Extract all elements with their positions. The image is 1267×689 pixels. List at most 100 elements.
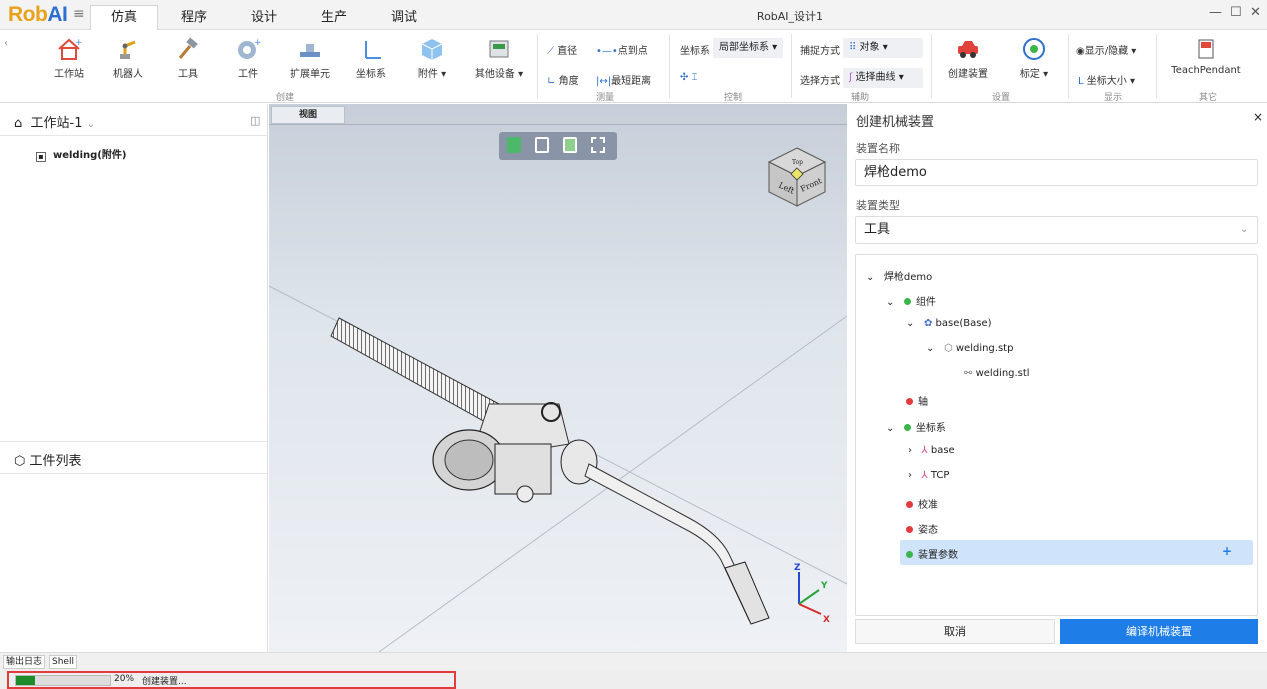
axes-icon xyxy=(365,41,381,59)
group-display-label: 显示 xyxy=(1103,93,1122,103)
status-highlight: 20% 创建装置... xyxy=(7,671,456,689)
status-ok-icon xyxy=(903,424,911,431)
panel-toggle-icon[interactable]: ◫ xyxy=(250,114,260,127)
chevron-down-icon: ⌄ xyxy=(926,343,935,354)
svg-text:+: + xyxy=(75,38,83,48)
progress-bar xyxy=(15,675,111,686)
expand-icon[interactable]: ▪ xyxy=(36,152,46,162)
tab-program[interactable]: 程序 xyxy=(166,6,222,30)
tool-button[interactable]: 工具 xyxy=(163,36,213,80)
station-selector[interactable]: ⌂ 工作站-1 ⌄ xyxy=(14,112,95,131)
separator xyxy=(791,34,792,98)
tree-params: 装置参数 xyxy=(906,546,958,561)
tree-components[interactable]: ⌄ 组件 xyxy=(886,293,936,308)
menu-icon[interactable]: ≡ xyxy=(73,6,85,22)
status-error-icon xyxy=(906,526,913,533)
tab-shell[interactable]: Shell xyxy=(49,655,77,669)
robot-button[interactable]: 机器人 xyxy=(103,36,153,80)
show-hide-button[interactable]: ◉显示/隐藏 ▾ xyxy=(1076,42,1136,57)
angle-icon: ∟ xyxy=(547,76,556,87)
parts-list-header: ⬡ 工件列表 xyxy=(14,454,82,469)
tree-coord-tcp[interactable]: › ⅄ TCP xyxy=(908,470,949,481)
tree-params-row[interactable]: 装置参数 + xyxy=(900,540,1253,565)
device-type-select[interactable]: 工具 ⌄ xyxy=(855,216,1258,244)
tree-base[interactable]: ⌄ ✿ base(Base) xyxy=(906,318,992,329)
tree-root[interactable]: ⌄ 焊枪demo xyxy=(866,268,932,283)
device-name-input[interactable]: 焊枪demo xyxy=(855,159,1258,186)
tree-coords[interactable]: ⌄ 坐标系 xyxy=(886,419,946,434)
grid-icon: ⠿ xyxy=(849,42,857,53)
coord-size-button[interactable]: L 坐标大小 ▾ xyxy=(1078,72,1135,87)
cancel-button[interactable]: 取消 xyxy=(855,619,1055,644)
chevron-down-icon: ⌄ xyxy=(886,423,895,434)
capture-label: 捕捉方式 xyxy=(800,46,840,57)
chevron-right-icon: › xyxy=(908,445,912,456)
create-device-button[interactable]: 创建装置 xyxy=(940,36,996,80)
coord-select[interactable]: 局部坐标系 ▾ xyxy=(713,38,783,58)
group-control-label: 控制 xyxy=(723,93,742,103)
collapse-icon[interactable]: ‹ xyxy=(4,38,8,49)
angle-button[interactable]: ∟ 角度 xyxy=(547,72,579,87)
tab-debug[interactable]: 调试 xyxy=(376,6,432,30)
3d-viewport[interactable]: 视图 Left Front Top Z Y X xyxy=(269,104,847,652)
car-icon xyxy=(958,41,978,58)
point-to-point-button[interactable]: •—•点到点 xyxy=(596,42,648,57)
tree-stp[interactable]: ⌄ ⬡ welding.stp xyxy=(926,343,1013,354)
tab-design[interactable]: 设计 xyxy=(236,6,292,30)
teach-pendant-button[interactable]: TeachPendant xyxy=(1166,36,1246,76)
diameter-button[interactable]: ⟋ 直径 xyxy=(547,42,577,57)
axis-triad: Z Y X xyxy=(794,563,830,625)
tree-item-welding[interactable]: ▪ welding(附件) xyxy=(36,146,126,162)
group-assist-label: 辅助 xyxy=(850,93,869,103)
status-ok-icon xyxy=(903,298,911,305)
name-label: 装置名称 xyxy=(856,142,900,155)
tree-calib[interactable]: 校准 xyxy=(906,496,938,511)
diameter-icon: ⟋ xyxy=(547,46,554,57)
move-icon[interactable]: ✣ ⌶ xyxy=(680,72,698,83)
tree-axis[interactable]: 轴 xyxy=(906,393,928,408)
tab-production[interactable]: 生产 xyxy=(306,6,362,30)
app-logo: RobAI xyxy=(8,3,68,26)
add-icon[interactable]: + xyxy=(1222,544,1232,558)
curve-icon: ʃ xyxy=(849,72,853,83)
tree-stl[interactable]: ⚯ welding.stl xyxy=(964,368,1030,379)
tab-output-log[interactable]: 输出日志 xyxy=(3,655,46,669)
svg-text:+: + xyxy=(254,38,262,48)
close-icon[interactable]: ✕ xyxy=(1250,5,1261,20)
cube-outline-icon: ⬡ xyxy=(14,454,26,469)
tab-simulation[interactable]: 仿真 xyxy=(90,5,158,31)
tree-coord-base[interactable]: › ⅄ base xyxy=(908,445,955,456)
coordinate-button[interactable]: 坐标系 xyxy=(346,36,396,80)
maximize-icon[interactable]: ☐ xyxy=(1230,5,1242,20)
svg-text:X: X xyxy=(823,615,830,625)
chevron-down-icon: ⌄ xyxy=(1240,224,1249,235)
accessory-button[interactable]: 附件 ▾ xyxy=(404,36,460,80)
chevron-down-icon: ⌄ xyxy=(86,119,96,130)
workstation-button[interactable]: + 工作站 xyxy=(44,36,94,80)
separator xyxy=(669,34,670,98)
extend-unit-button[interactable]: 扩展单元 xyxy=(283,36,337,80)
status-bar: 20% 创建装置... xyxy=(0,670,1267,689)
compile-device-button[interactable]: 编译机械装置 xyxy=(1060,619,1258,644)
shortest-distance-button[interactable]: |↔|最短距离 xyxy=(596,72,651,87)
group-measure-label: 测量 xyxy=(595,93,614,103)
calibrate-button[interactable]: 标定 ▾ xyxy=(1006,36,1062,80)
distance-icon: |↔| xyxy=(596,76,612,87)
hammer-icon xyxy=(178,37,198,59)
mesh-icon: ⚯ xyxy=(964,368,973,379)
status-text: 创建装置... xyxy=(142,677,187,687)
cube-icon xyxy=(421,39,443,60)
other-device-button[interactable]: 其他设备 ▾ xyxy=(468,36,530,80)
minimize-icon[interactable]: — xyxy=(1209,5,1222,20)
svg-text:Z: Z xyxy=(794,563,801,573)
close-icon[interactable]: × xyxy=(1253,110,1263,124)
gear-part-icon: + xyxy=(238,38,262,59)
progress-fill xyxy=(16,676,35,685)
workpiece-button[interactable]: + 工件 xyxy=(223,36,273,80)
status-ok-icon xyxy=(906,551,913,558)
capture-select[interactable]: ⠿ 对象 ▾ xyxy=(843,38,923,58)
select-mode-select[interactable]: ʃ 选择曲线 ▾ xyxy=(843,68,923,88)
type-label: 装置类型 xyxy=(856,199,900,212)
tree-pose[interactable]: 姿态 xyxy=(906,521,938,536)
rail-icon xyxy=(300,44,320,57)
